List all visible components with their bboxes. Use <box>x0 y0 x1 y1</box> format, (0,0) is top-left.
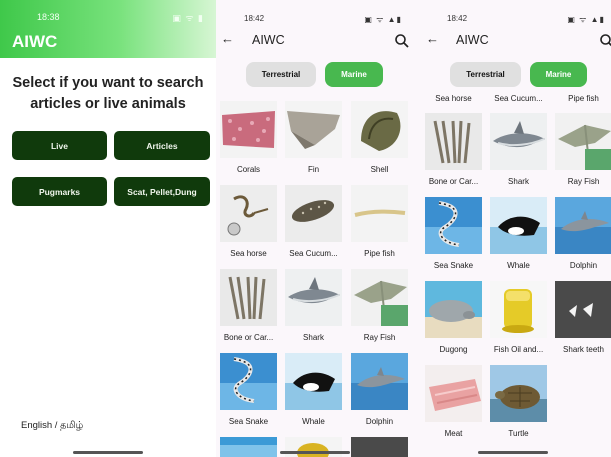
bone-photo <box>220 269 277 326</box>
shell-photo <box>351 101 408 158</box>
app-bar: 18:38 ▣ ᯤ ▮ AIWC <box>0 0 216 58</box>
meat-photo <box>425 365 482 422</box>
tab-terrestrial[interactable]: Terrestrial <box>246 62 316 87</box>
status-icons: ▣ ᯤ ▮ <box>172 13 204 23</box>
language-toggle[interactable]: English / தமிழ் <box>21 420 83 432</box>
grid-item-label: Ray Fish <box>567 177 600 186</box>
turtle-photo <box>490 365 547 422</box>
grid-item-label: Dolphin <box>365 417 394 426</box>
scat-pellet-dung-button[interactable]: Scat, Pellet,Dung <box>114 177 210 206</box>
back-arrow-icon[interactable]: ← <box>221 31 234 46</box>
status-bar: 18:42 ▣ ᯤ ▲▮ <box>414 14 611 26</box>
shark-teeth-photo <box>555 281 611 338</box>
status-bar: 18:38 ▣ ᯤ ▮ <box>0 10 216 24</box>
gesture-nav-bar <box>280 451 350 454</box>
whale-photo <box>490 197 547 254</box>
prompt-line-2: articles or live animals <box>30 96 186 112</box>
marine-list-screen: 18:42 ▣ ᯤ ▲▮ ← AIWC Terrestrial Marine C… <box>216 0 414 457</box>
sea-snake-photo <box>220 353 277 410</box>
screen-title: AIWC <box>456 33 489 47</box>
sea-snake-photo <box>425 197 482 254</box>
prompt-line-1: Select if you want to search <box>12 75 204 91</box>
tab-marine[interactable]: Marine <box>325 62 383 87</box>
grid-item-label: Shell <box>370 165 389 174</box>
dolphin-photo <box>351 353 408 410</box>
live-button[interactable]: Live <box>12 131 107 160</box>
pipefish-photo <box>351 185 408 242</box>
app-title: AIWC <box>12 32 58 51</box>
shark-photo <box>490 113 547 170</box>
bone-photo <box>425 113 482 170</box>
coral-photo <box>220 101 277 158</box>
sea-cucumber-photo <box>285 185 342 242</box>
home-screen: 18:38 ▣ ᯤ ▮ AIWC Select if you want to s… <box>0 0 216 457</box>
shark-photo <box>285 269 342 326</box>
tab-marine[interactable]: Marine <box>530 62 587 87</box>
status-time: 18:38 <box>37 12 60 22</box>
status-icons: ▣ ᯤ ▲▮ <box>567 15 605 24</box>
dolphin-photo <box>555 197 611 254</box>
top-app-bar: ← AIWC <box>414 31 611 51</box>
whale-photo <box>285 353 342 410</box>
search-prompt: Select if you want to search articles or… <box>0 73 216 115</box>
fish-oil-photo <box>490 281 547 338</box>
status-bar: 18:42 ▣ ᯤ ▲▮ <box>216 14 414 26</box>
search-icon[interactable] <box>394 33 410 49</box>
search-icon[interactable] <box>599 33 611 49</box>
screen-title: AIWC <box>252 33 285 47</box>
dugong-photo <box>425 281 482 338</box>
ray-fish-photo <box>555 113 611 170</box>
grid-item-label: Shark teeth <box>563 345 604 354</box>
grid-item-label: Ray Fish <box>363 333 396 342</box>
grid-item-label: Dolphin <box>569 261 598 270</box>
status-time: 18:42 <box>447 14 468 23</box>
pugmarks-button[interactable]: Pugmarks <box>12 177 107 206</box>
gesture-nav-bar <box>478 451 548 454</box>
gesture-nav-bar <box>73 451 143 454</box>
back-arrow-icon[interactable]: ← <box>426 31 439 46</box>
ray-fish-photo <box>351 269 408 326</box>
articles-button[interactable]: Articles <box>114 131 210 160</box>
marine-list-scrolled-screen: 18:42 ▣ ᯤ ▲▮ ← AIWC Terrestrial Marine S… <box>414 0 611 457</box>
grid-item-label: Pipe fish <box>364 249 395 258</box>
seahorse-photo <box>220 185 277 242</box>
grid-item-label: Turtle <box>508 429 529 438</box>
top-app-bar: ← AIWC <box>216 31 414 51</box>
status-icons: ▣ ᯤ ▲▮ <box>364 15 402 24</box>
tab-terrestrial[interactable]: Terrestrial <box>450 62 521 87</box>
status-time: 18:42 <box>244 14 265 23</box>
fin-photo <box>285 101 342 158</box>
